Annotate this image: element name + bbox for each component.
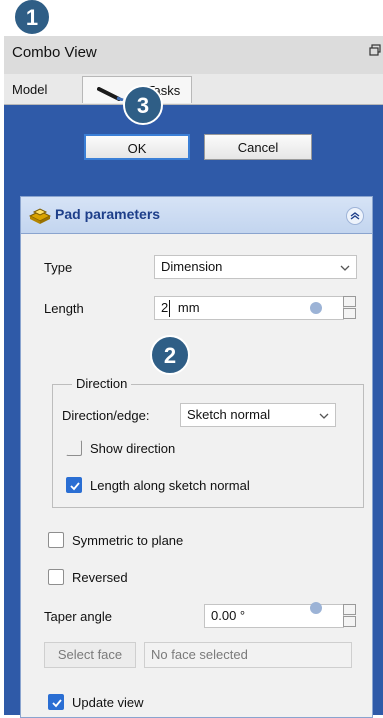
step-badge-2: 2 — [150, 335, 190, 375]
chevron-down-icon — [340, 260, 350, 282]
length-label: Length — [44, 301, 84, 316]
show-direction-checkbox[interactable] — [66, 440, 82, 456]
length-value: 2 — [161, 300, 169, 315]
cancel-button[interactable]: Cancel — [204, 134, 312, 160]
taper-value: 0.00 ° — [211, 608, 246, 623]
taper-label: Taper angle — [44, 609, 112, 624]
symmetric-checkbox[interactable] — [48, 532, 64, 548]
length-unit: mm — [177, 300, 200, 315]
reversed-label: Reversed — [72, 570, 128, 585]
top-margin — [0, 0, 383, 36]
combo-view-title-bar: Combo View — [4, 36, 383, 74]
pad-icon — [28, 204, 52, 227]
ok-button[interactable]: OK — [84, 134, 190, 160]
combo-view-panel: Combo View Model Tasks OK Cancel Pad par… — [4, 36, 383, 718]
length-along-normal-checkbox[interactable] — [66, 477, 82, 493]
length-spinner[interactable] — [343, 296, 356, 320]
face-field: No face selected — [144, 642, 352, 668]
collapse-icon[interactable] — [346, 207, 364, 225]
direction-edge-value: Sketch normal — [187, 407, 271, 422]
combo-view-title: Combo View — [12, 44, 97, 61]
direction-group-title: Direction — [72, 376, 132, 391]
undock-icon[interactable] — [369, 44, 381, 56]
type-combo[interactable]: Dimension — [154, 255, 357, 279]
expression-icon[interactable] — [310, 302, 322, 314]
taper-input[interactable]: 0.00 ° — [204, 604, 344, 628]
show-direction-label: Show direction — [90, 441, 176, 456]
type-value: Dimension — [161, 259, 223, 274]
section-title: Pad parameters — [55, 206, 161, 222]
reversed-checkbox[interactable] — [48, 569, 64, 585]
update-view-checkbox[interactable] — [48, 694, 64, 710]
text-caret — [169, 300, 170, 317]
tab-model[interactable]: Model — [4, 76, 82, 103]
select-face-button[interactable]: Select face — [44, 642, 136, 668]
expression-icon[interactable] — [310, 602, 322, 614]
symmetric-label: Symmetric to plane — [72, 533, 184, 548]
length-along-normal-label: Length along sketch normal — [90, 478, 250, 493]
update-view-label: Update view — [72, 695, 144, 710]
pad-parameters-header[interactable]: Pad parameters — [21, 197, 372, 234]
chevron-down-icon — [319, 408, 329, 430]
direction-edge-combo[interactable]: Sketch normal — [180, 403, 336, 427]
type-label: Type — [44, 260, 73, 275]
step-badge-3: 3 — [123, 85, 163, 125]
tab-bar: Model Tasks — [4, 74, 383, 105]
direction-edge-label: Direction/edge: — [62, 408, 150, 423]
taper-spinner[interactable] — [343, 604, 356, 628]
